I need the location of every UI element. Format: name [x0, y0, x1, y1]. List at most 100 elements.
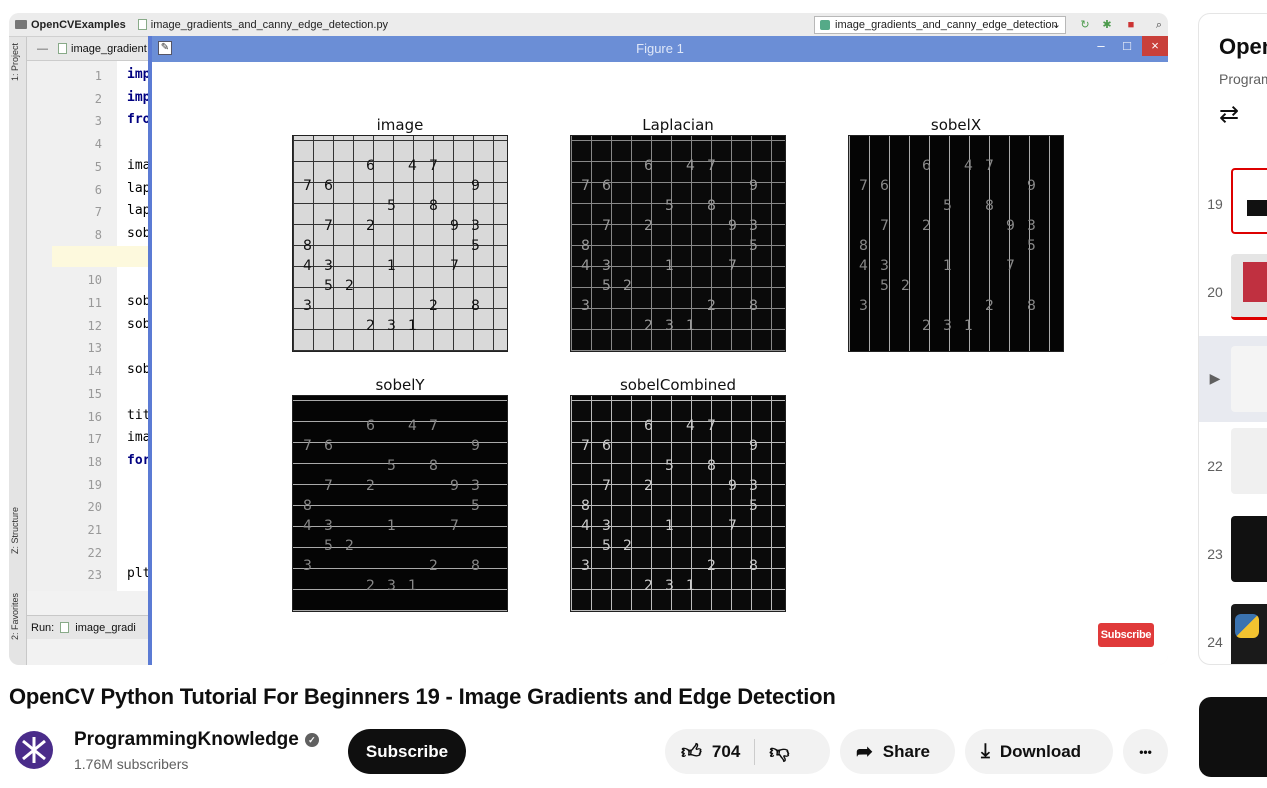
code-line: tit	[127, 407, 151, 423]
sudoku-digit: 7	[581, 438, 590, 454]
like-button[interactable]: 👍︎ 704	[665, 740, 740, 764]
sudoku-digit: 7	[1006, 258, 1015, 274]
loop-icon[interactable]: ⇄	[1219, 100, 1239, 129]
sudoku-digit: 8	[429, 198, 438, 214]
playlist-item[interactable]: 20	[1199, 254, 1267, 340]
subplot-title: sobelX	[930, 116, 982, 134]
channel-name[interactable]: ProgrammingKnowledge	[74, 729, 299, 751]
sudoku-digit: 5	[324, 538, 333, 554]
sudoku-digit: 7	[429, 158, 438, 174]
editor-tab[interactable]: image_gradient	[71, 43, 147, 55]
video-thumbnail	[1231, 254, 1267, 320]
video-title: OpenCV Python Tutorial For Beginners 19 …	[9, 684, 836, 709]
sudoku-digit: 4	[303, 258, 312, 274]
sudoku-digit: 2	[366, 478, 375, 494]
sudoku-digit: 7	[880, 218, 889, 234]
breadcrumb-project[interactable]: OpenCVExamples	[9, 19, 132, 31]
sudoku-digit: 8	[985, 198, 994, 214]
more-actions-button[interactable]: •••	[1123, 729, 1168, 774]
download-button[interactable]: ⤓ Download	[965, 729, 1113, 774]
search-icon[interactable]: ⌕	[1153, 19, 1165, 31]
playlist-item[interactable]: 22	[1199, 428, 1267, 514]
sudoku-digit: 2	[429, 298, 438, 314]
minimize-button[interactable]: –	[1088, 36, 1114, 56]
breadcrumb-file[interactable]: image_gradients_and_canny_edge_detection…	[132, 19, 394, 31]
share-button[interactable]: ➦ Share	[840, 729, 955, 774]
line-number: 8	[94, 227, 102, 242]
like-dislike-group: 👍︎ 704 👎︎	[665, 729, 830, 774]
matplotlib-figure-window: ✎ Figure 1 – □ × image 64776958729385431…	[148, 36, 1168, 665]
subplot-title: sobelCombined	[619, 376, 737, 394]
sudoku-digit: 8	[429, 458, 438, 474]
subplot-image: image 64776958729385431752328231	[292, 115, 508, 352]
sudoku-digit: 3	[324, 258, 333, 274]
figure-title: Figure 1	[636, 41, 684, 56]
sudoku-digit: 3	[749, 478, 758, 494]
collapse-icon[interactable]: —	[27, 43, 58, 55]
sudoku-digit: 8	[749, 558, 758, 574]
sudoku-digit: 1	[964, 318, 973, 334]
subplot-title: sobelY	[375, 376, 425, 394]
sudoku-digit: 7	[581, 178, 590, 194]
sudoku-digit: 3	[581, 298, 590, 314]
sudoku-digit: 7	[602, 218, 611, 234]
sudoku-digit: 4	[581, 518, 590, 534]
line-number: 1	[94, 69, 102, 83]
favorites-tool-tab[interactable]: 2: Favorites	[10, 593, 20, 640]
subscribe-button[interactable]: Subscribe	[348, 729, 466, 774]
line-number: 11	[87, 296, 102, 310]
sudoku-digit: 2	[985, 298, 994, 314]
sudoku-digit: 4	[964, 158, 973, 174]
share-icon: ➦	[856, 741, 873, 763]
sudoku-digit: 7	[450, 258, 459, 274]
current-line-highlight	[52, 246, 157, 267]
line-number: 17	[87, 432, 102, 447]
line-number-gutter: 1234567891011121314151617181920212223	[27, 61, 117, 591]
sudoku-digit: 2	[623, 278, 632, 294]
sudoku-digit: 9	[450, 218, 459, 234]
sudoku-digit: 5	[387, 198, 396, 214]
sudoku-digit: 9	[728, 478, 737, 494]
sudoku-digit: 4	[581, 258, 590, 274]
playlist-channel[interactable]: Program	[1219, 71, 1267, 87]
sudoku-digit: 2	[345, 538, 354, 554]
sudoku-digit: 2	[366, 318, 375, 334]
video-player[interactable]: OpenCVExamples image_gradients_and_canny…	[9, 13, 1168, 665]
sudoku-digit: 1	[408, 578, 417, 594]
sudoku-digit: 8	[471, 558, 480, 574]
video-thumbnail	[1231, 346, 1267, 412]
maximize-button[interactable]: □	[1114, 36, 1140, 56]
stop-icon[interactable]: ■	[1125, 19, 1137, 31]
playlist-item[interactable]: 23	[1199, 516, 1267, 602]
code-line: plt	[127, 566, 151, 582]
structure-tool-tab[interactable]: Z: Structure	[10, 507, 20, 554]
debug-icon[interactable]: ✱	[1101, 19, 1113, 31]
playlist-title[interactable]: Open	[1219, 34, 1267, 60]
line-number: 4	[94, 137, 102, 152]
sudoku-digit: 6	[602, 438, 611, 454]
run-configuration-select[interactable]: image_gradients_and_canny_edge_detection…	[814, 16, 1066, 34]
ide-tool-strip: 1: Project Z: Structure 2: Favorites	[9, 37, 27, 665]
playlist-item[interactable]: 24	[1199, 604, 1267, 664]
sudoku-digit: 5	[665, 198, 674, 214]
dislike-button[interactable]: 👎︎	[769, 740, 789, 764]
subscribe-watermark[interactable]: Subscribe	[1098, 623, 1154, 647]
subplot-title: image	[376, 116, 424, 134]
close-button[interactable]: ×	[1142, 36, 1168, 56]
sudoku-digit: 6	[324, 178, 333, 194]
sudoku-digit: 3	[880, 258, 889, 274]
run-tab[interactable]: image_gradi	[75, 622, 136, 634]
rerun-icon[interactable]: ↻	[1079, 19, 1091, 31]
sudoku-digit: 1	[387, 518, 396, 534]
python-file-icon	[58, 43, 67, 54]
playlist-item[interactable]: 19	[1199, 166, 1267, 252]
channel-avatar[interactable]	[15, 731, 53, 769]
playlist-item-current[interactable]: ▶	[1199, 336, 1267, 422]
sudoku-digit: 6	[880, 178, 889, 194]
editor-tab-bar: — image_gradient	[27, 37, 157, 61]
sudoku-digit: 3	[1027, 218, 1036, 234]
line-number: 20	[87, 500, 102, 515]
sudoku-digit: 6	[602, 178, 611, 194]
project-tool-tab[interactable]: 1: Project	[10, 43, 20, 81]
figure-title-bar[interactable]: ✎ Figure 1 – □ ×	[152, 36, 1168, 62]
